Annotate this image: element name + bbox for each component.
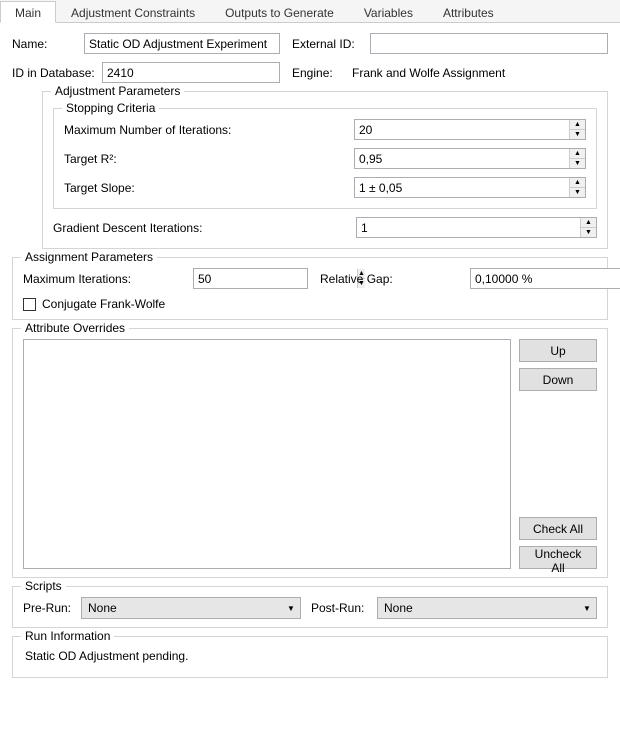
attribute-overrides-list[interactable] — [23, 339, 511, 569]
chevron-down-icon: ▼ — [578, 598, 596, 618]
external-id-label: External ID: — [292, 37, 370, 51]
attribute-overrides-group: Attribute Overrides Up Down Check All Un… — [12, 328, 608, 578]
target-r2-input[interactable] — [355, 149, 569, 168]
assignment-max-iter-spinner[interactable]: ▲▼ — [193, 268, 308, 289]
target-slope-label: Target Slope: — [64, 181, 354, 195]
assignment-max-iter-label: Maximum Iterations: — [23, 272, 193, 286]
scripts-group: Scripts Pre-Run: None ▼ Post-Run: None ▼ — [12, 586, 608, 628]
max-iterations-spinner[interactable]: ▲▼ — [354, 119, 586, 140]
run-information-title: Run Information — [21, 629, 114, 643]
adjustment-parameters-title: Adjustment Parameters — [51, 84, 184, 98]
prerun-combo[interactable]: None ▼ — [81, 597, 301, 619]
max-iterations-input[interactable] — [355, 120, 569, 139]
prerun-value: None — [82, 598, 282, 618]
spinner-up-icon[interactable]: ▲ — [581, 218, 596, 228]
run-information-group: Run Information Static OD Adjustment pen… — [12, 636, 608, 678]
scripts-title: Scripts — [21, 579, 66, 593]
target-r2-label: Target R²: — [64, 152, 354, 166]
tab-variables[interactable]: Variables — [349, 1, 428, 23]
assignment-parameters-title: Assignment Parameters — [21, 250, 157, 264]
uncheck-all-button[interactable]: Uncheck All — [519, 546, 597, 569]
down-button[interactable]: Down — [519, 368, 597, 391]
max-iterations-label: Maximum Number of Iterations: — [64, 123, 354, 137]
conjugate-frank-wolfe-checkbox[interactable]: Conjugate Frank-Wolfe — [23, 297, 597, 311]
postrun-combo[interactable]: None ▼ — [377, 597, 597, 619]
name-label: Name: — [12, 37, 84, 51]
prerun-label: Pre-Run: — [23, 601, 81, 615]
relative-gap-label: Relative Gap: — [320, 272, 470, 286]
tab-adjustment-constraints[interactable]: Adjustment Constraints — [56, 1, 210, 23]
postrun-value: None — [378, 598, 578, 618]
tab-attributes[interactable]: Attributes — [428, 1, 509, 23]
name-input[interactable] — [84, 33, 280, 54]
spinner-up-icon[interactable]: ▲ — [570, 120, 585, 130]
tab-main[interactable]: Main — [0, 1, 56, 23]
db-id-input[interactable] — [102, 62, 280, 83]
spinner-down-icon[interactable]: ▼ — [570, 130, 585, 139]
spinner-down-icon[interactable]: ▼ — [570, 188, 585, 197]
checkbox-box-icon — [23, 298, 36, 311]
spinner-down-icon[interactable]: ▼ — [581, 228, 596, 237]
db-id-label: ID in Database: — [12, 66, 102, 80]
up-button[interactable]: Up — [519, 339, 597, 362]
gradient-iterations-label: Gradient Descent Iterations: — [53, 221, 356, 235]
gradient-iterations-spinner[interactable]: ▲▼ — [356, 217, 597, 238]
stopping-criteria-title: Stopping Criteria — [62, 101, 159, 115]
relative-gap-input[interactable] — [471, 269, 620, 288]
external-id-input[interactable] — [370, 33, 608, 54]
spinner-down-icon[interactable]: ▼ — [570, 159, 585, 168]
target-slope-spinner[interactable]: ▲▼ — [354, 177, 586, 198]
gradient-iterations-input[interactable] — [357, 218, 580, 237]
attribute-overrides-title: Attribute Overrides — [21, 321, 129, 335]
conjugate-frank-wolfe-label: Conjugate Frank-Wolfe — [42, 297, 165, 311]
tab-bar: Main Adjustment Constraints Outputs to G… — [0, 0, 620, 23]
spinner-up-icon[interactable]: ▲ — [570, 149, 585, 159]
chevron-down-icon: ▼ — [282, 598, 300, 618]
adjustment-parameters-group: Adjustment Parameters Stopping Criteria … — [42, 91, 608, 249]
check-all-button[interactable]: Check All — [519, 517, 597, 540]
engine-label: Engine: — [292, 66, 352, 80]
postrun-label: Post-Run: — [311, 601, 377, 615]
engine-value: Frank and Wolfe Assignment — [352, 66, 505, 80]
target-slope-input[interactable] — [355, 178, 569, 197]
stopping-criteria-group: Stopping Criteria Maximum Number of Iter… — [53, 108, 597, 209]
relative-gap-spinner[interactable]: ▲▼ — [470, 268, 620, 289]
tab-outputs[interactable]: Outputs to Generate — [210, 1, 349, 23]
spinner-up-icon[interactable]: ▲ — [570, 178, 585, 188]
assignment-parameters-group: Assignment Parameters Maximum Iterations… — [12, 257, 608, 320]
run-information-text: Static OD Adjustment pending. — [23, 647, 597, 665]
target-r2-spinner[interactable]: ▲▼ — [354, 148, 586, 169]
